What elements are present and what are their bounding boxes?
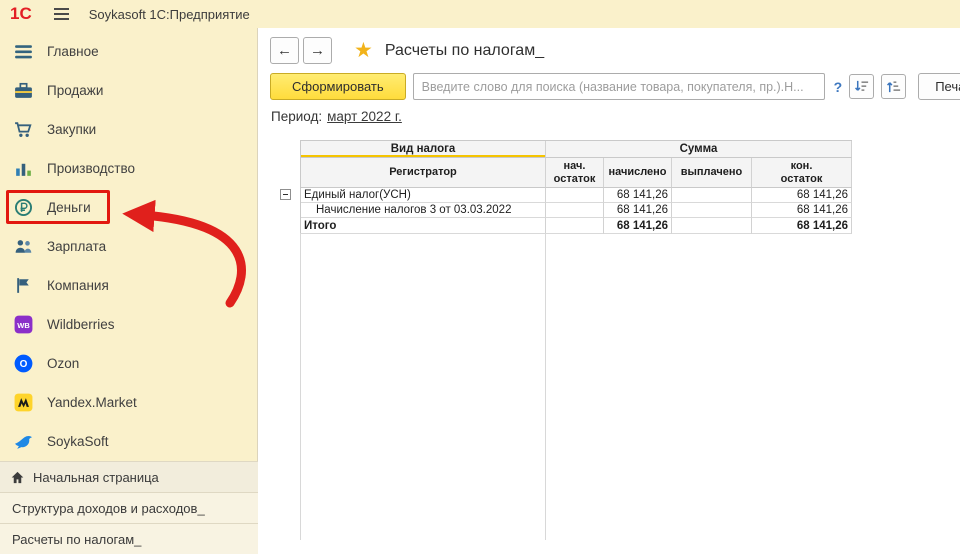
- sort-descending-button[interactable]: [849, 74, 875, 99]
- row-start-balance: [546, 218, 604, 234]
- column-accrued: начислено: [604, 158, 672, 188]
- wildberries-icon: WB: [13, 314, 34, 335]
- production-chart-icon: [13, 158, 34, 179]
- column-group-sum: Сумма: [546, 141, 852, 158]
- company-flag-icon: [13, 275, 34, 296]
- purchases-cart-icon: [13, 119, 34, 140]
- tab-home-page[interactable]: Начальная страница: [0, 461, 258, 492]
- main-content: ← → ★ Расчеты по налогам_ Сформировать ?…: [258, 28, 960, 540]
- row-accrued: 68 141,26: [604, 218, 672, 234]
- tab-label: Структура доходов и расходов_: [12, 500, 205, 516]
- column-end-balance: кон. остаток: [752, 158, 852, 188]
- page-title: Расчеты по налогам_: [384, 41, 545, 59]
- table-row-usn[interactable]: Единый налог(УСН) 68 141,26 68 141,26: [301, 188, 852, 203]
- 1c-logo: 1С: [10, 4, 32, 23]
- row-paid: [672, 218, 752, 234]
- sidebar-item-wildberries[interactable]: WB Wildberries: [0, 305, 257, 344]
- row-name: Итого: [301, 218, 546, 234]
- main-section-icon: [13, 41, 34, 62]
- sidebar-item-ozon[interactable]: O Ozon: [0, 344, 257, 383]
- svg-text:WB: WB: [17, 321, 30, 330]
- row-start-balance: [546, 203, 604, 218]
- column-header-row: Регистратор нач. остаток начислено выпла…: [301, 158, 852, 188]
- ozon-icon: O: [13, 353, 34, 374]
- row-start-balance: [546, 188, 604, 203]
- sidebar-item-zarplata[interactable]: Зарплата: [0, 227, 257, 266]
- row-end-balance: 68 141,26: [752, 218, 852, 234]
- tab-tax-settlements[interactable]: Расчеты по налогам_: [0, 523, 258, 554]
- forward-button[interactable]: →: [303, 37, 332, 64]
- sidebar-item-label: Главное: [47, 44, 99, 59]
- sidebar-item-label: Wildberries: [47, 317, 115, 332]
- top-bar: 1С Soykasoft 1С:Предприятие: [0, 0, 960, 28]
- favorite-star-icon[interactable]: ★: [354, 40, 373, 61]
- tab-label: Расчеты по налогам_: [12, 531, 142, 547]
- column-start-balance: нач. остаток: [546, 158, 604, 188]
- sort-ascending-icon: [885, 78, 902, 95]
- back-icon: ←: [277, 42, 292, 59]
- report-toolbar: Сформировать ? Печать: [270, 73, 960, 100]
- sidebar-item-proizvodstvo[interactable]: Производство: [0, 149, 257, 188]
- sales-icon: [13, 80, 34, 101]
- tree-collapse-toggle[interactable]: [280, 189, 291, 200]
- row-paid: [672, 203, 752, 218]
- search-input[interactable]: [412, 73, 825, 100]
- help-button[interactable]: ?: [834, 79, 843, 95]
- column-paid: выплачено: [672, 158, 752, 188]
- forward-icon: →: [310, 42, 325, 59]
- period-link[interactable]: март 2022 г.: [327, 109, 402, 124]
- sidebar-item-zakupki[interactable]: Закупки: [0, 110, 257, 149]
- row-name: Начисление налогов 3 от 03.03.2022: [301, 203, 546, 218]
- sort-ascending-button[interactable]: [881, 74, 907, 99]
- hamburger-menu-icon[interactable]: [53, 8, 69, 20]
- sidebar-item-label: Yandex.Market: [47, 395, 137, 410]
- sidebar-item-label: Компания: [47, 278, 109, 293]
- sidebar-item-dengi[interactable]: Деньги: [0, 188, 257, 227]
- sidebar-item-yandex-market[interactable]: Yandex.Market: [0, 383, 257, 422]
- row-accrued: 68 141,26: [604, 203, 672, 218]
- home-icon: [10, 470, 25, 485]
- sidebar-item-label: Закупки: [47, 122, 97, 137]
- money-ruble-icon: [13, 197, 34, 218]
- tab-income-structure[interactable]: Структура доходов и расходов_: [0, 492, 258, 523]
- column-registrar: Регистратор: [301, 158, 546, 188]
- svg-text:O: O: [20, 359, 28, 370]
- sidebar-item-label: Ozon: [47, 356, 80, 371]
- sidebar-menu: Главное Продажи Закупки Производство Ден…: [0, 28, 257, 461]
- row-accrued: 68 141,26: [604, 188, 672, 203]
- sidebar-item-kompaniya[interactable]: Компания: [0, 266, 257, 305]
- tax-report-table: Вид налога Сумма Регистратор нач. остато…: [300, 140, 852, 234]
- row-paid: [672, 188, 752, 203]
- row-end-balance: 68 141,26: [752, 203, 852, 218]
- table-row-accrual-doc[interactable]: Начисление налогов 3 от 03.03.2022 68 14…: [301, 203, 852, 218]
- row-name: Единый налог(УСН): [301, 188, 546, 203]
- sidebar-item-label: Зарплата: [47, 239, 107, 254]
- tab-label: Начальная страница: [33, 469, 159, 485]
- open-windows-list: Начальная страница Структура доходов и р…: [0, 461, 258, 554]
- group-header-row: Вид налога Сумма: [301, 141, 852, 158]
- period-row: Период: март 2022 г.: [271, 109, 402, 124]
- period-label: Период:: [271, 109, 323, 124]
- column-group-tax-kind: Вид налога: [301, 141, 546, 158]
- sidebar-item-soykasoft[interactable]: SoykaSoft: [0, 422, 257, 461]
- print-button[interactable]: Печать: [918, 73, 960, 100]
- soykasoft-bird-icon: [13, 431, 34, 452]
- salary-people-icon: [13, 236, 34, 257]
- yandex-market-icon: [13, 392, 34, 413]
- sidebar-item-prodazhi[interactable]: Продажи: [0, 71, 257, 110]
- sort-descending-icon: [853, 78, 870, 95]
- grid-line-left: [300, 233, 301, 540]
- sidebar-item-label: SoykaSoft: [47, 434, 109, 449]
- sidebar-item-label: Производство: [47, 161, 136, 176]
- sidebar-item-glavnoe[interactable]: Главное: [0, 32, 257, 71]
- app-title: Soykasoft 1С:Предприятие: [88, 6, 250, 22]
- sidebar-item-label: Продажи: [47, 83, 104, 98]
- back-button[interactable]: ←: [270, 37, 299, 64]
- row-end-balance: 68 141,26: [752, 188, 852, 203]
- window-header: ← → ★ Расчеты по налогам_: [270, 37, 544, 64]
- grid-line-mid: [545, 233, 546, 540]
- table-row-total[interactable]: Итого 68 141,26 68 141,26: [301, 218, 852, 234]
- generate-button[interactable]: Сформировать: [270, 73, 406, 100]
- sidebar-item-label: Деньги: [47, 200, 91, 215]
